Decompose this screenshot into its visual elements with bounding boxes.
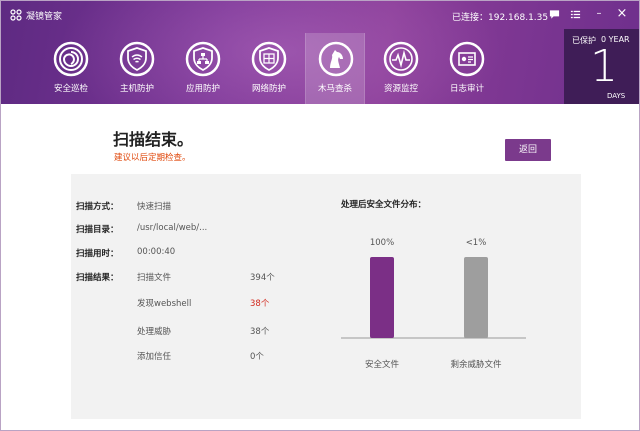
nav-label: 木马查杀 — [317, 84, 352, 94]
result-item-name: 扫描文件 — [137, 273, 172, 283]
nav-item-trojan[interactable]: 木马查杀 — [305, 33, 365, 104]
nav-label: 资源监控 — [383, 84, 418, 94]
header-banner: 凝镜管家 已连接：192.168.1.35 – × 安全巡检 主机防护 应用防护… — [1, 1, 639, 104]
app-title: 凝镜管家 — [26, 12, 63, 22]
result-item-value: 0个 — [250, 352, 264, 362]
protect-days-label: DAYS — [607, 92, 626, 100]
horse-icon — [318, 41, 354, 77]
scan-mode-value: 快速扫描 — [137, 202, 172, 212]
scan-result-label: 扫描结果： — [76, 273, 119, 283]
close-button[interactable]: × — [614, 6, 630, 22]
spiral-icon — [53, 41, 89, 77]
nav-label: 主机防护 — [119, 84, 154, 94]
shield-grid-icon — [251, 41, 287, 77]
connection-status: 已连接：192.168.1.35 — [452, 13, 549, 23]
scan-time-label: 扫描用时： — [76, 249, 119, 259]
result-item-name: 添加信任 — [137, 352, 172, 362]
nav-item-log[interactable]: 日志审计 — [437, 37, 497, 104]
nav-label: 应用防护 — [185, 84, 220, 94]
nav-item-app[interactable]: 应用防护 — [173, 37, 233, 104]
chart-value-label: 100% — [370, 238, 394, 248]
log-icon — [449, 41, 485, 77]
app-logo-icon — [10, 9, 22, 21]
protect-days-count: 1 — [590, 41, 618, 92]
shield-wifi-icon — [119, 41, 155, 77]
chart-category-label: 剩余威胁文件 — [450, 359, 502, 370]
minimize-button[interactable]: – — [591, 6, 607, 22]
shield-network-icon — [185, 41, 221, 77]
protect-days-panel: 已保护 0 YEAR 1 DAYS — [564, 29, 639, 104]
nav-label: 网络防护 — [251, 84, 286, 94]
chart-bar — [464, 257, 488, 338]
menu-icon[interactable] — [567, 6, 583, 22]
nav-label: 日志审计 — [449, 84, 484, 94]
chart-title: 处理后安全文件分布： — [341, 200, 427, 210]
chart-bar — [370, 257, 394, 338]
app-window: 凝镜管家 已连接：192.168.1.35 – × 安全巡检 主机防护 应用防护… — [0, 0, 640, 431]
result-item-value: 38个 — [250, 327, 270, 337]
distribution-chart: 100% 安全文件 <1% 剩余威胁文件 — [341, 238, 526, 370]
title-bar: 凝镜管家 已连接：192.168.1.35 – × — [1, 1, 639, 29]
scan-dir-label: 扫描目录： — [76, 225, 119, 235]
back-button[interactable]: 返回 — [505, 139, 551, 161]
chart-value-label: <1% — [466, 238, 487, 248]
scan-dir-value: /usr/local/web/... — [137, 223, 208, 233]
nav-item-inspection[interactable]: 安全巡检 — [41, 37, 101, 104]
result-item-name: 发现webshell — [137, 299, 192, 309]
result-item-value: 394个 — [250, 273, 275, 283]
chart-category-label: 安全文件 — [365, 359, 400, 370]
scan-time-value: 00:00:40 — [137, 247, 176, 257]
chat-icon[interactable] — [546, 6, 562, 22]
nav-item-host[interactable]: 主机防护 — [107, 37, 167, 104]
nav-label: 安全巡检 — [53, 84, 88, 94]
pulse-icon — [383, 41, 419, 77]
scan-mode-label: 扫描方式： — [76, 202, 119, 212]
result-item-value: 38个 — [250, 299, 270, 309]
nav-item-network[interactable]: 网络防护 — [239, 37, 299, 104]
scan-hint: 建议以后定期检查。 — [114, 153, 191, 163]
result-item-name: 处理威胁 — [137, 327, 172, 337]
nav-item-monitor[interactable]: 资源监控 — [371, 37, 431, 104]
scan-complete-title: 扫描结束。 — [113, 130, 194, 149]
